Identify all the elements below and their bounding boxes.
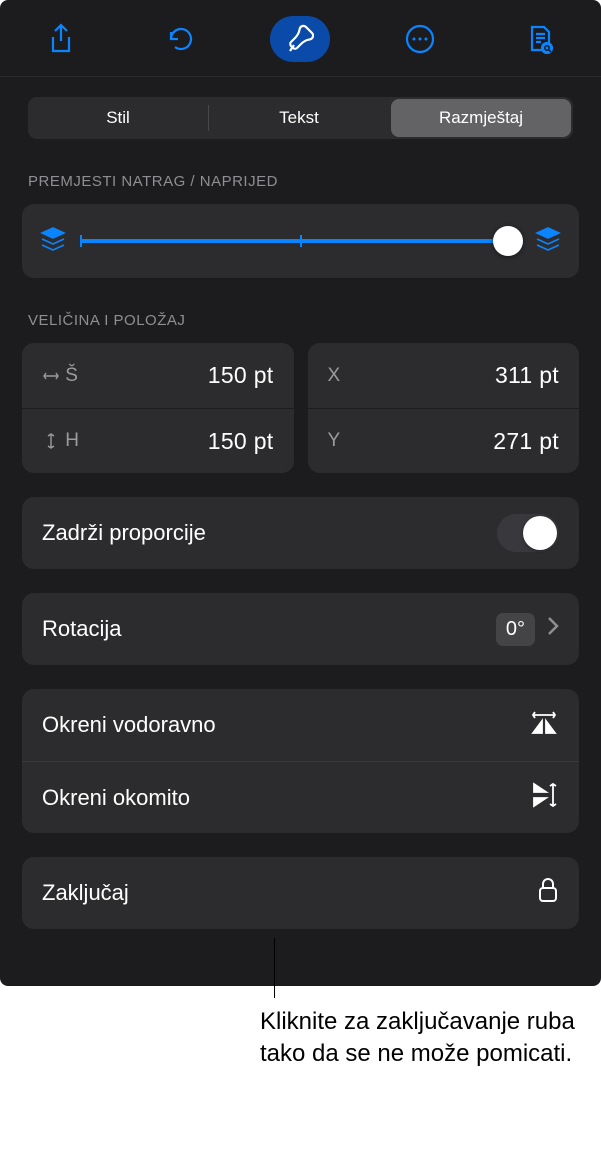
flip-vertical-icon: [531, 781, 559, 815]
y-label: Y: [328, 430, 341, 452]
constrain-label: Zadrži proporcije: [42, 520, 206, 546]
height-row[interactable]: H 150 pt: [22, 408, 294, 473]
lock-icon: [537, 876, 559, 910]
flip-horizontal-row[interactable]: Okreni vodoravno: [22, 689, 579, 761]
top-toolbar: [0, 0, 601, 77]
send-to-back-icon[interactable]: [40, 227, 66, 256]
help-callout: Kliknite za zaključavanje ruba tako da s…: [260, 986, 580, 1071]
x-row[interactable]: X 311 pt: [308, 343, 580, 408]
format-inspector-panel: Stil Tekst Razmještaj PREMJESTI NATRAG /…: [0, 0, 601, 986]
tab-text[interactable]: Tekst: [209, 97, 389, 139]
callout-text: Kliknite za zaključavanje ruba tako da s…: [260, 986, 580, 1071]
format-button[interactable]: [270, 16, 330, 62]
section-header-size-pos: VELIČINA I POLOŽAJ: [0, 278, 601, 337]
lock-label: Zaključaj: [42, 880, 129, 906]
rotation-value: 0°: [496, 613, 535, 646]
position-card: X 311 pt Y 271 pt: [308, 343, 580, 473]
flip-card: Okreni vodoravno Okreni okomito: [22, 689, 579, 833]
height-value: 150 pt: [208, 428, 274, 455]
height-label: H: [42, 430, 79, 452]
width-value: 150 pt: [208, 362, 274, 389]
width-row[interactable]: Š 150 pt: [22, 343, 294, 408]
flip-h-label: Okreni vodoravno: [42, 712, 216, 738]
flip-horizontal-icon: [529, 709, 559, 741]
flip-v-label: Okreni okomito: [42, 785, 190, 811]
bring-to-front-icon[interactable]: [535, 227, 561, 256]
document-settings-button[interactable]: [510, 16, 570, 62]
layer-order-slider[interactable]: [80, 226, 521, 256]
undo-button[interactable]: [151, 16, 211, 62]
layer-order-slider-card: [22, 204, 579, 278]
lock-card: Zaključaj: [22, 857, 579, 929]
rotation-card: Rotacija 0°: [22, 593, 579, 665]
width-label: Š: [42, 365, 78, 387]
flip-vertical-row[interactable]: Okreni okomito: [22, 761, 579, 833]
tab-layout[interactable]: Razmještaj: [391, 99, 571, 137]
rotation-label: Rotacija: [42, 616, 121, 642]
size-position-grid: Š 150 pt H 150 pt X 311 pt Y 271 pt: [0, 337, 601, 473]
callout-leader-line: [274, 938, 275, 998]
tab-style[interactable]: Stil: [28, 97, 208, 139]
size-card: Š 150 pt H 150 pt: [22, 343, 294, 473]
y-row[interactable]: Y 271 pt: [308, 408, 580, 473]
rotation-row[interactable]: Rotacija 0°: [22, 593, 579, 665]
x-value: 311 pt: [495, 362, 559, 389]
constrain-row[interactable]: Zadrži proporcije: [22, 497, 579, 569]
inspector-tabs: Stil Tekst Razmještaj: [0, 77, 601, 139]
chevron-right-icon: [547, 616, 559, 642]
constrain-toggle[interactable]: [497, 514, 559, 552]
section-header-move: PREMJESTI NATRAG / NAPRIJED: [0, 139, 601, 198]
share-button[interactable]: [31, 16, 91, 62]
constrain-card: Zadrži proporcije: [22, 497, 579, 569]
lock-row[interactable]: Zaključaj: [22, 857, 579, 929]
y-value: 271 pt: [493, 428, 559, 455]
x-label: X: [328, 365, 341, 387]
more-button[interactable]: [390, 16, 450, 62]
